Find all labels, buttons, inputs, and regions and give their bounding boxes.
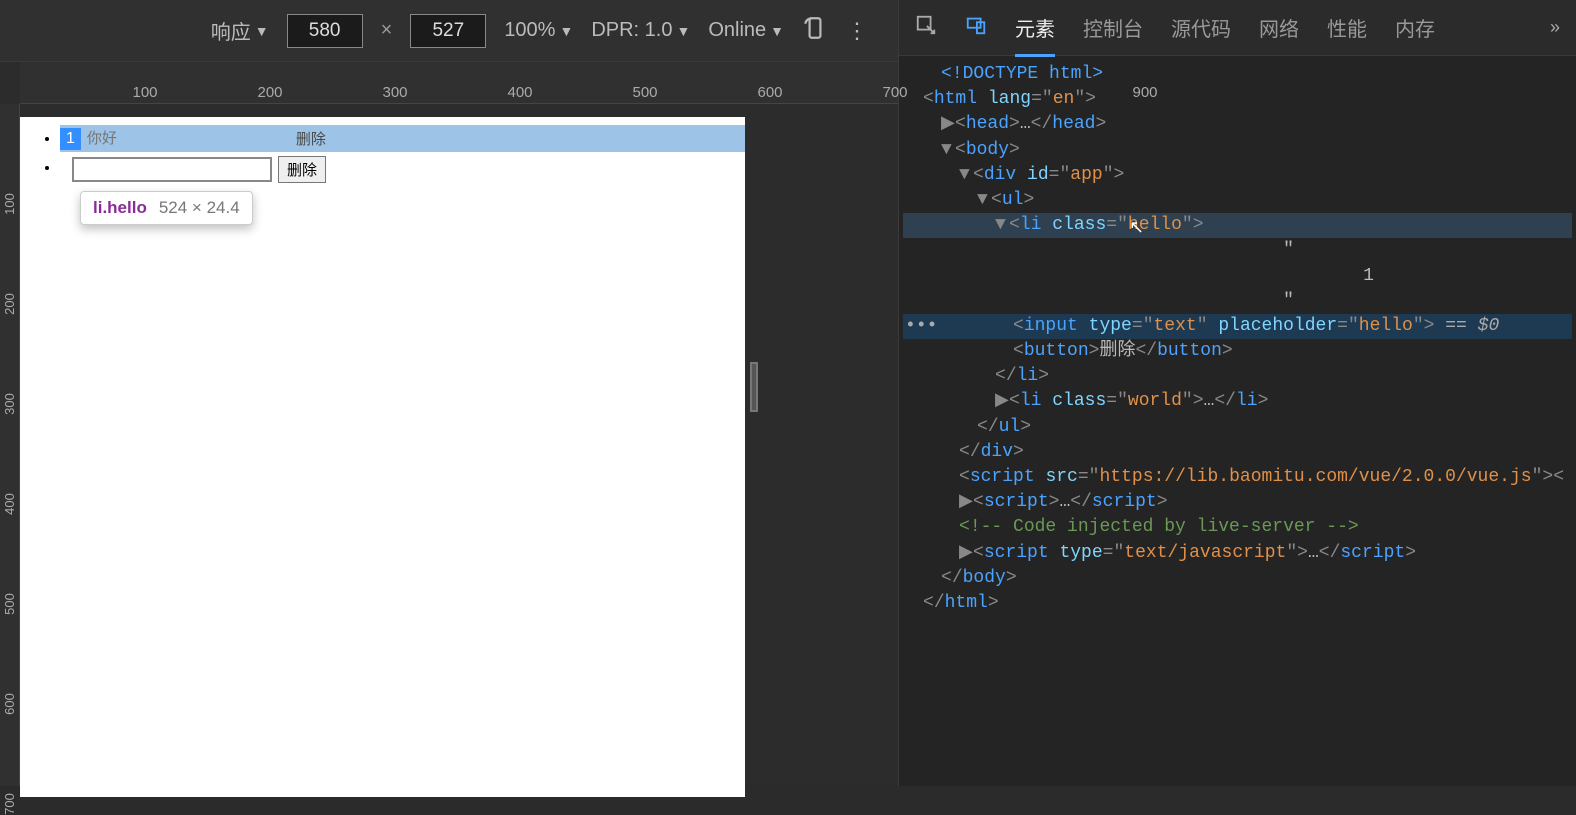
dom-node[interactable]: 1	[903, 264, 1572, 289]
chevron-down-icon: ▼	[770, 23, 784, 39]
inspect-tooltip: li.hello 524 × 24.4	[80, 191, 253, 225]
device-mode-icon[interactable]	[965, 14, 987, 42]
ruler-vertical: 100200300400500600700	[0, 104, 20, 786]
rendered-viewport[interactable]: 1 删除 删除 li.hello	[20, 117, 745, 797]
dom-node[interactable]: ▶<li class="world">…</li>	[903, 389, 1572, 414]
zoom-select[interactable]: 100% ▼	[504, 19, 573, 42]
tab-elements[interactable]: 元素	[1015, 13, 1055, 57]
item-input[interactable]	[81, 126, 281, 151]
dom-node[interactable]: "	[903, 289, 1572, 314]
devtools-tabs: 元素 控制台 源代码 网络 性能 内存 »	[899, 0, 1576, 56]
viewport-stage: 100200300400500600700900 100200300400500…	[0, 62, 898, 786]
tab-console[interactable]: 控制台	[1083, 13, 1143, 42]
delete-button[interactable]: 删除	[287, 125, 335, 152]
dom-node[interactable]: </html>	[903, 591, 1572, 616]
dom-node[interactable]: ▼<li class="hello">	[903, 213, 1572, 238]
dom-node[interactable]: </body>	[903, 566, 1572, 591]
rotate-icon[interactable]	[802, 15, 828, 47]
chevron-down-icon: ▼	[255, 23, 269, 39]
selection-indicator-icon: •••	[905, 314, 937, 339]
more-tabs-icon[interactable]: »	[1550, 17, 1560, 38]
item-number: 1	[60, 128, 81, 150]
dom-node[interactable]: <input type="text" placeholder="hello"> …	[903, 314, 1572, 339]
ruler-horizontal: 100200300400500600700900	[20, 62, 898, 104]
viewport-height-input[interactable]	[410, 14, 486, 48]
x-separator: ×	[381, 19, 393, 42]
list-item[interactable]: 1 删除	[60, 125, 745, 152]
dom-node[interactable]: ▶<script type="text/javascript">…</scrip…	[903, 541, 1572, 566]
inspect-icon[interactable]	[915, 14, 937, 42]
device-panel: 响应 ▼ × 100% ▼ DPR: 1.0 ▼ Online ▼ ⋮	[0, 0, 899, 786]
elements-tree[interactable]: <!DOCTYPE html><html lang="en">▶<head>…<…	[899, 56, 1576, 786]
tab-network[interactable]: 网络	[1259, 13, 1299, 42]
dom-node[interactable]: ▶<script>…</script>	[903, 490, 1572, 515]
dom-node[interactable]: "	[903, 238, 1572, 263]
dom-node[interactable]: <html lang="en">	[903, 87, 1572, 112]
throttle-label: Online	[708, 19, 766, 42]
dpr-select[interactable]: DPR: 1.0 ▼	[591, 19, 690, 42]
dom-node[interactable]: </ul>	[903, 415, 1572, 440]
throttle-select[interactable]: Online ▼	[708, 19, 784, 42]
dom-node[interactable]: </li>	[903, 364, 1572, 389]
item-number	[60, 168, 72, 172]
zoom-label: 100%	[504, 19, 555, 42]
tab-performance[interactable]: 性能	[1327, 13, 1367, 42]
dom-node[interactable]: ▼<div id="app">	[903, 163, 1572, 188]
devtools-panel: 元素 控制台 源代码 网络 性能 内存 » <!DOCTYPE html><ht…	[899, 0, 1576, 786]
tooltip-dimensions: 524 × 24.4	[159, 198, 240, 218]
tab-memory[interactable]: 内存	[1395, 13, 1435, 42]
viewport-resize-handle[interactable]	[750, 362, 758, 412]
dom-node[interactable]: <!DOCTYPE html>	[903, 62, 1572, 87]
device-select-label: 响应	[211, 16, 251, 45]
chevron-down-icon: ▼	[559, 23, 573, 39]
dom-node[interactable]: <!-- Code injected by live-server -->	[903, 515, 1572, 540]
dom-node[interactable]: ▼<body>	[903, 138, 1572, 163]
viewport-width-input[interactable]	[287, 14, 363, 48]
app-list: 1 删除 删除	[20, 125, 745, 183]
dom-node[interactable]: ▼<ul>	[903, 188, 1572, 213]
dom-node[interactable]: </div>	[903, 440, 1572, 465]
dpr-label: DPR: 1.0	[591, 19, 672, 42]
tooltip-selector: li.hello	[93, 198, 147, 218]
item-input[interactable]	[72, 157, 272, 182]
device-toolbar: 响应 ▼ × 100% ▼ DPR: 1.0 ▼ Online ▼ ⋮	[0, 0, 898, 62]
dom-node[interactable]: ▶<head>…</head>	[903, 112, 1572, 137]
chevron-down-icon: ▼	[676, 23, 690, 39]
kebab-menu-icon[interactable]: ⋮	[846, 18, 870, 44]
tab-sources[interactable]: 源代码	[1171, 13, 1231, 42]
device-select[interactable]: 响应 ▼	[211, 16, 269, 45]
dom-node[interactable]: <script src="https://lib.baomitu.com/vue…	[903, 465, 1572, 490]
list-item[interactable]: 删除	[60, 156, 745, 183]
delete-button[interactable]: 删除	[278, 156, 326, 183]
dom-node[interactable]: <button>删除</button>	[903, 339, 1572, 364]
